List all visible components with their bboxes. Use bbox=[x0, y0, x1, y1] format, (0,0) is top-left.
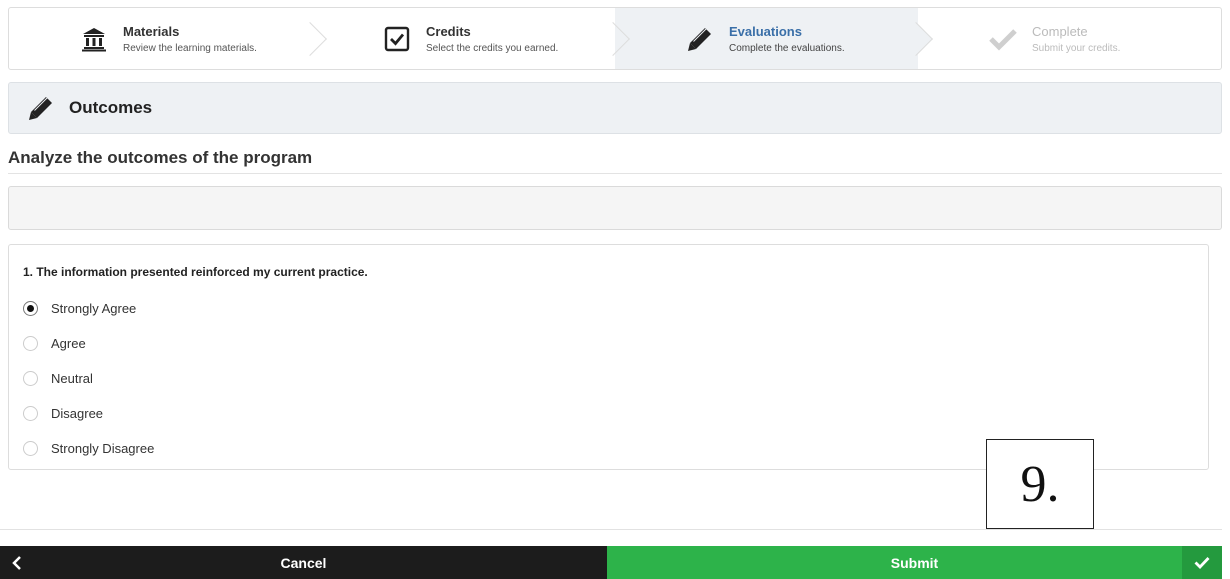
radio-button[interactable] bbox=[23, 371, 38, 386]
option-label: Strongly Agree bbox=[51, 301, 137, 316]
radio-button[interactable] bbox=[23, 336, 38, 351]
option-label: Agree bbox=[51, 336, 86, 351]
question-card: 1. The information presented reinforced … bbox=[8, 244, 1209, 470]
chevron-left-icon bbox=[12, 546, 22, 579]
option-label: Disagree bbox=[51, 406, 104, 421]
instructions-panel bbox=[8, 186, 1222, 230]
radio-button[interactable] bbox=[23, 441, 38, 456]
option-label: Neutral bbox=[51, 371, 93, 386]
step-subtitle: Submit your credits. bbox=[1032, 42, 1121, 54]
checkbox-icon bbox=[382, 24, 412, 54]
submit-label: Submit bbox=[890, 554, 939, 571]
pencil-icon bbox=[27, 94, 55, 122]
step-title: Materials bbox=[123, 23, 180, 39]
step-subtitle: Select the credits you earned. bbox=[426, 42, 559, 54]
step-title: Evaluations bbox=[729, 23, 802, 39]
option-strongly-agree[interactable]: Strongly Agree bbox=[23, 291, 1194, 326]
annotation-label: 9. bbox=[986, 439, 1094, 529]
step-complete[interactable]: Complete Submit your credits. bbox=[918, 8, 1221, 69]
radio-button-checked[interactable] bbox=[23, 301, 38, 316]
progress-stepper: Materials Review the learning materials.… bbox=[8, 7, 1222, 70]
option-disagree[interactable]: Disagree bbox=[23, 396, 1194, 431]
footer-bar: Cancel Submit bbox=[0, 546, 1222, 579]
step-subtitle: Review the learning materials. bbox=[123, 42, 257, 54]
step-subtitle: Complete the evaluations. bbox=[729, 42, 845, 54]
step-materials[interactable]: Materials Review the learning materials. bbox=[9, 8, 327, 69]
check-icon bbox=[1182, 546, 1222, 579]
section-header: Outcomes bbox=[8, 82, 1222, 134]
question-text: 1. The information presented reinforced … bbox=[23, 265, 368, 279]
option-label: Strongly Disagree bbox=[51, 441, 155, 456]
institution-icon bbox=[79, 24, 109, 54]
section-title: Outcomes bbox=[69, 98, 153, 117]
cancel-label: Cancel bbox=[280, 554, 327, 571]
step-credits[interactable]: Credits Select the credits you earned. bbox=[312, 8, 630, 69]
page-title: Analyze the outcomes of the program bbox=[8, 148, 1222, 174]
cancel-button[interactable]: Cancel bbox=[0, 546, 607, 579]
option-neutral[interactable]: Neutral bbox=[23, 361, 1194, 396]
pencil-icon bbox=[685, 24, 715, 54]
step-evaluations[interactable]: Evaluations Complete the evaluations. bbox=[615, 8, 933, 69]
divider bbox=[0, 529, 1222, 530]
radio-button[interactable] bbox=[23, 406, 38, 421]
step-title: Complete bbox=[1032, 23, 1088, 39]
step-title: Credits bbox=[426, 23, 471, 39]
option-agree[interactable]: Agree bbox=[23, 326, 1194, 361]
submit-button[interactable]: Submit bbox=[607, 546, 1222, 579]
check-icon bbox=[988, 24, 1018, 54]
